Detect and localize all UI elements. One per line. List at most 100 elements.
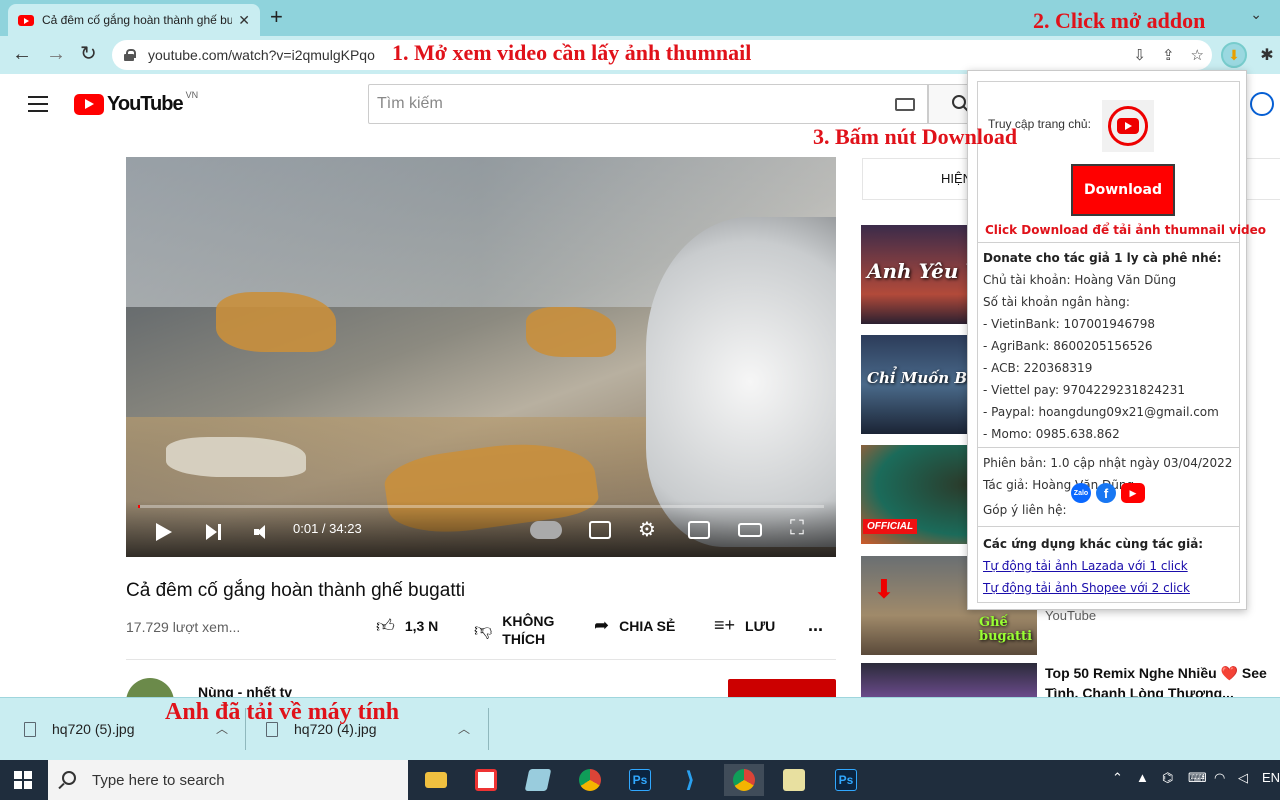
- extensions-puzzle-icon[interactable]: ✱: [1254, 42, 1280, 68]
- dislike-button[interactable]: 👎︎ KHÔNG THÍCH: [474, 612, 554, 648]
- zalo-icon[interactable]: Zalo: [1071, 483, 1091, 503]
- thumbs-up-icon: 👍︎: [376, 616, 395, 636]
- share-label: CHIA SẺ: [619, 617, 676, 634]
- autoplay-toggle[interactable]: [530, 521, 562, 539]
- share-arrow-icon: ➦: [594, 615, 610, 635]
- other-apps-heading: Các ứng dụng khác cùng tác giả:: [983, 537, 1204, 551]
- contact-label: Góp ý liên hệ:: [983, 503, 1067, 517]
- video-title: Cả đêm cố gắng hoàn thành ghế bugatti: [126, 580, 466, 601]
- fullscreen-icon[interactable]: ⛶: [790, 517, 804, 540]
- separator: [978, 447, 1239, 448]
- tray-network-icon[interactable]: ⌬: [1162, 770, 1173, 786]
- annotation-step-2: 2. Click mở addon: [1033, 8, 1206, 33]
- file-explorer-icon[interactable]: [416, 764, 456, 796]
- download-filename: hq720 (5).jpg: [52, 721, 135, 737]
- view-count: 17.729 lượt xem...: [126, 619, 241, 635]
- share-button[interactable]: ➦ CHIA SẺ: [594, 615, 675, 636]
- region-code: VN: [185, 89, 199, 100]
- back-arrow-icon[interactable]: ←: [12, 43, 32, 65]
- bank-momo: - Momo: 0985.638.862: [983, 427, 1120, 441]
- more-actions-icon[interactable]: ...: [808, 615, 823, 636]
- annotation-step-3: 3. Bấm nút Download: [813, 124, 1018, 149]
- thumbnail-addon-icon[interactable]: ⬇: [1221, 42, 1247, 68]
- lock-icon: [124, 49, 136, 61]
- separator: [978, 242, 1239, 243]
- tray-expand-icon[interactable]: ⌃: [1112, 770, 1123, 786]
- file-icon: [24, 721, 36, 737]
- vscode-icon[interactable]: ⟩: [670, 764, 710, 796]
- official-badge: OFFICIAL: [863, 519, 918, 534]
- separator: [978, 526, 1239, 527]
- bank-viettelpay: - Viettel pay: 9704229231824231: [983, 383, 1185, 397]
- addon-panel: Truy cập trang chủ: Download Click Downl…: [977, 81, 1266, 603]
- chevron-up-icon[interactable]: ︿: [458, 720, 470, 737]
- speaker-icon[interactable]: ◁: [1238, 770, 1248, 786]
- volume-icon[interactable]: [254, 525, 268, 539]
- progress-bar[interactable]: [138, 505, 824, 508]
- tab-title: Cả đêm cố gắng hoàn thành ghế bugatti: [42, 13, 233, 27]
- account-icon[interactable]: [1250, 92, 1274, 116]
- link-shopee[interactable]: Tự động tải ảnh Shopee với 2 click: [983, 581, 1190, 595]
- like-count: 1,3 N: [404, 618, 439, 634]
- bookmark-star-icon[interactable]: ☆: [1191, 46, 1204, 64]
- link-lazada[interactable]: Tự động tải ảnh Lazada với 1 click: [983, 559, 1188, 573]
- save-label: LƯU: [745, 617, 776, 634]
- youtube-logo-text: YouTube: [107, 93, 184, 115]
- notes-app-icon[interactable]: [774, 764, 814, 796]
- photoshop-icon[interactable]: Ps: [620, 764, 660, 796]
- search-icon: [62, 771, 76, 785]
- download-item[interactable]: hq720 (5).jpg: [24, 698, 135, 760]
- install-app-icon[interactable]: ⇩: [1133, 46, 1146, 64]
- download-button[interactable]: Download: [1071, 164, 1175, 216]
- tray-app-icon[interactable]: ▲: [1136, 770, 1149, 785]
- save-button[interactable]: ≡+ LƯU: [714, 615, 775, 636]
- tab-close-icon[interactable]: ✕: [238, 12, 250, 29]
- app-icon[interactable]: [466, 764, 506, 796]
- dislike-label-1: KHÔNG: [502, 613, 555, 629]
- windows-start-icon[interactable]: [14, 771, 32, 789]
- menu-hamburger-icon[interactable]: [28, 96, 48, 117]
- down-arrow-icon: ⬇: [873, 574, 895, 604]
- related-thumbnail-5[interactable]: [861, 663, 1037, 697]
- related-channel-label: YouTube: [1045, 608, 1097, 623]
- tray-keyboard-icon[interactable]: ⌨: [1188, 770, 1207, 786]
- youtube-play-logo-icon: [74, 94, 104, 115]
- new-tab-icon[interactable]: +: [270, 6, 283, 28]
- tab-search-chevron-icon[interactable]: ⌄: [1250, 6, 1262, 23]
- youtube-contact-icon[interactable]: ▶: [1121, 483, 1145, 503]
- chrome-active-icon[interactable]: [724, 764, 764, 796]
- addon-popup: Truy cập trang chủ: Download Click Downl…: [967, 70, 1266, 610]
- youtube-favicon-icon: [18, 14, 34, 26]
- subtitles-icon[interactable]: [589, 521, 611, 539]
- share-icon[interactable]: ⇪: [1162, 46, 1175, 64]
- windows-taskbar: Type here to search Ps ⟩ Ps: [0, 760, 1280, 800]
- play-icon[interactable]: [156, 523, 172, 541]
- youtube-logo[interactable]: YouTube VN: [74, 89, 199, 116]
- chrome-icon[interactable]: [570, 764, 610, 796]
- video-player[interactable]: 0:01 / 34:23 ⚙ ⛶: [126, 157, 836, 557]
- theater-mode-icon[interactable]: [738, 523, 762, 537]
- settings-gear-icon[interactable]: ⚙: [638, 517, 656, 542]
- thumb-4-text: Ghế bugatti: [979, 615, 1033, 644]
- photoshop-icon[interactable]: Ps: [826, 764, 866, 796]
- wifi-icon[interactable]: ◠: [1214, 770, 1225, 786]
- language-indicator[interactable]: EN: [1262, 770, 1280, 785]
- miniplayer-icon[interactable]: [688, 521, 710, 539]
- keyboard-icon[interactable]: [895, 98, 915, 111]
- time-display: 0:01 / 34:23: [293, 521, 362, 536]
- divider: [126, 659, 836, 660]
- account-owner: Chủ tài khoản: Hoàng Văn Dũng: [983, 273, 1177, 287]
- reload-icon[interactable]: ↻: [80, 43, 97, 65]
- next-video-icon[interactable]: [206, 523, 222, 541]
- youtube-search-input[interactable]: Tìm kiếm: [368, 84, 928, 124]
- homepage-youtube-logo[interactable]: [1102, 100, 1154, 152]
- taskbar-search-input[interactable]: Type here to search: [48, 760, 408, 800]
- tab-youtube[interactable]: Cả đêm cố gắng hoàn thành ghế bugatti ✕: [8, 4, 260, 36]
- youtube-logo-icon: [1117, 118, 1139, 134]
- like-button[interactable]: 👍︎ 1,3 N: [376, 615, 438, 637]
- app-icon[interactable]: [518, 764, 558, 796]
- bank-acb: - ACB: 220368319: [983, 361, 1093, 375]
- facebook-icon[interactable]: f: [1096, 483, 1116, 503]
- forward-arrow-icon[interactable]: →: [46, 43, 66, 65]
- download-note: Click Download để tải ảnh thumnail video: [985, 223, 1267, 237]
